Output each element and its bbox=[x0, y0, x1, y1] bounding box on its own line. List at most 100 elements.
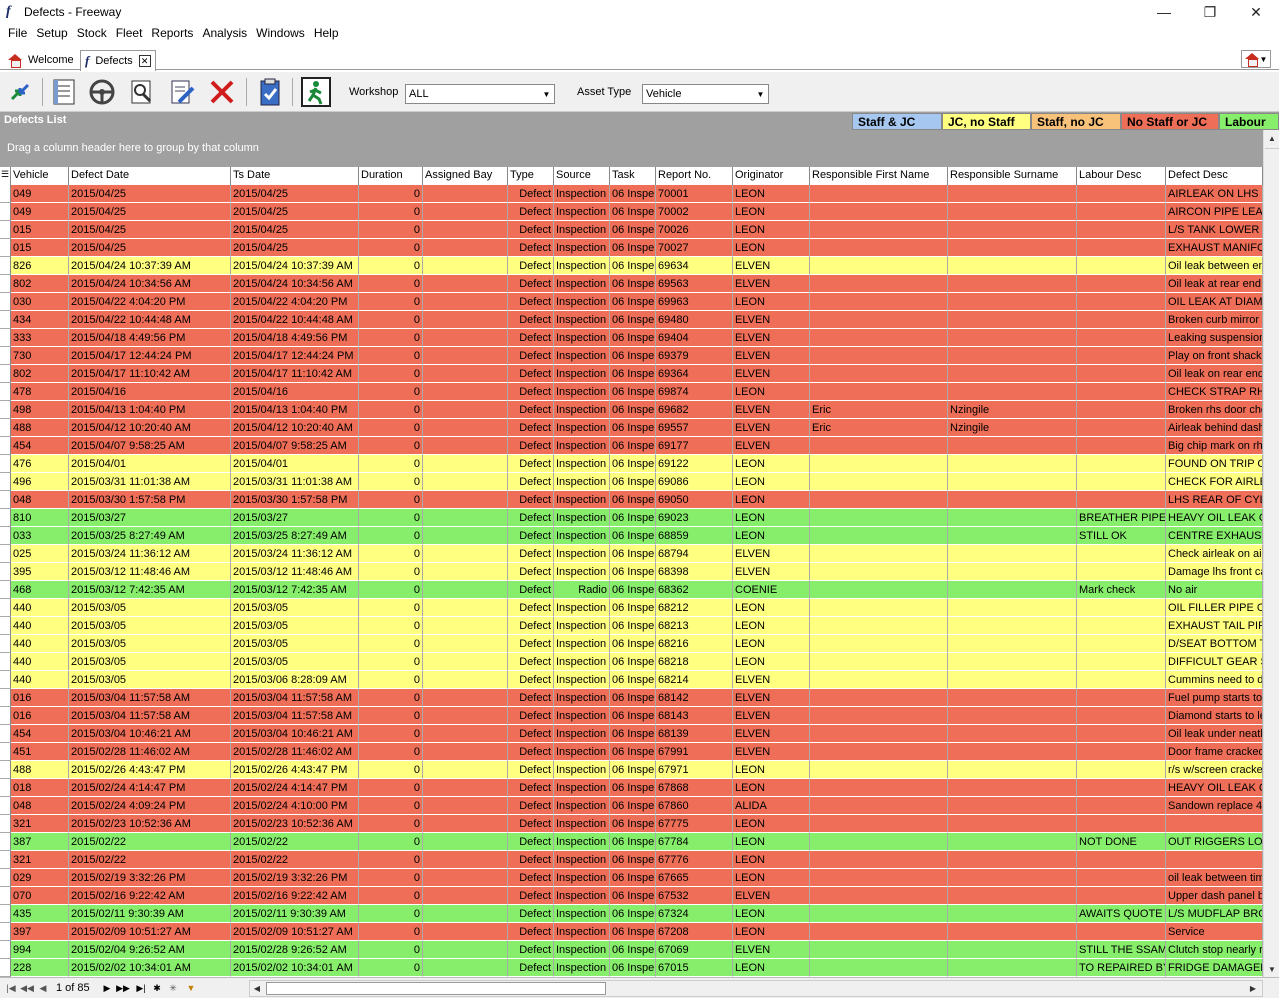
cell-task[interactable]: 06 Inspe bbox=[610, 455, 656, 473]
cell-report-no[interactable]: 67776 bbox=[656, 851, 733, 869]
cell-assigned-bay[interactable] bbox=[423, 311, 508, 329]
row-selector[interactable] bbox=[0, 419, 11, 437]
minimize-button[interactable]: — bbox=[1141, 0, 1187, 24]
cell-duration[interactable]: 0 bbox=[359, 185, 423, 203]
table-row[interactable]: 049 2015/04/25 2015/04/25 0 Defect Inspection… bbox=[0, 185, 1263, 203]
cell-responsible-first-name[interactable] bbox=[810, 563, 948, 581]
first-page-icon[interactable]: |◀ bbox=[4, 981, 18, 995]
row-selector[interactable] bbox=[0, 221, 11, 239]
table-row[interactable]: 994 2015/02/04 9:26:52 AM 2015/02/28 9:26:… bbox=[0, 941, 1263, 959]
cell-assigned-bay[interactable] bbox=[423, 383, 508, 401]
horizontal-scroll-thumb[interactable] bbox=[266, 982, 606, 995]
cell-responsible-surname[interactable] bbox=[948, 653, 1077, 671]
cell-defect-desc[interactable]: Broken curb mirror - bbox=[1166, 311, 1263, 329]
cell-source[interactable]: Inspection bbox=[554, 365, 610, 383]
cell-responsible-first-name[interactable] bbox=[810, 707, 948, 725]
cell-originator[interactable]: LEON bbox=[733, 473, 810, 491]
row-selector[interactable] bbox=[0, 779, 11, 797]
cell-originator[interactable]: LEON bbox=[733, 527, 810, 545]
cell-defect-desc[interactable]: Door frame cracked bbox=[1166, 743, 1263, 761]
cell-labour-desc[interactable]: Mark check bbox=[1077, 581, 1166, 599]
cell-defect-date[interactable]: 2015/02/04 9:26:52 AM bbox=[69, 941, 231, 959]
next-record-icon[interactable]: ▶ bbox=[100, 981, 114, 995]
cell-duration[interactable]: 0 bbox=[359, 401, 423, 419]
home-menu-button[interactable]: ▼ bbox=[1241, 50, 1271, 68]
cell-type[interactable]: Defect bbox=[508, 473, 554, 491]
cell-responsible-first-name[interactable] bbox=[810, 815, 948, 833]
cell-report-no[interactable]: 69379 bbox=[656, 347, 733, 365]
cell-originator[interactable]: LEON bbox=[733, 635, 810, 653]
cell-responsible-surname[interactable] bbox=[948, 833, 1077, 851]
cell-originator[interactable]: LEON bbox=[733, 293, 810, 311]
cell-task[interactable]: 06 Inspe bbox=[610, 347, 656, 365]
cell-duration[interactable]: 0 bbox=[359, 581, 423, 599]
row-selector[interactable] bbox=[0, 869, 11, 887]
table-row[interactable]: 070 2015/02/16 9:22:42 AM 2015/02/16 9:22:… bbox=[0, 887, 1263, 905]
cell-originator[interactable]: LEON bbox=[733, 761, 810, 779]
cell-report-no[interactable]: 68218 bbox=[656, 653, 733, 671]
cell-labour-desc[interactable] bbox=[1077, 671, 1166, 689]
cell-vehicle[interactable]: 049 bbox=[11, 185, 69, 203]
cell-originator[interactable]: LEON bbox=[733, 383, 810, 401]
cell-source[interactable]: Inspection bbox=[554, 293, 610, 311]
cell-defect-desc[interactable]: CHECK STRAP RHS bbox=[1166, 383, 1263, 401]
cell-responsible-surname[interactable] bbox=[948, 473, 1077, 491]
cell-vehicle[interactable]: 440 bbox=[11, 653, 69, 671]
row-selector[interactable] bbox=[0, 905, 11, 923]
cell-responsible-surname[interactable] bbox=[948, 545, 1077, 563]
row-selector[interactable] bbox=[0, 329, 11, 347]
cell-responsible-first-name[interactable] bbox=[810, 761, 948, 779]
cell-report-no[interactable]: 67208 bbox=[656, 923, 733, 941]
row-selector[interactable] bbox=[0, 815, 11, 833]
cell-labour-desc[interactable]: NOT DONE bbox=[1077, 833, 1166, 851]
cell-task[interactable]: 06 Inspe bbox=[610, 437, 656, 455]
cell-type[interactable]: Defect bbox=[508, 851, 554, 869]
cell-type[interactable]: Defect bbox=[508, 779, 554, 797]
cell-assigned-bay[interactable] bbox=[423, 203, 508, 221]
cell-responsible-first-name[interactable] bbox=[810, 905, 948, 923]
cell-originator[interactable]: ELVEN bbox=[733, 941, 810, 959]
cell-responsible-surname[interactable] bbox=[948, 815, 1077, 833]
cell-source[interactable]: Inspection bbox=[554, 959, 610, 977]
cell-source[interactable]: Inspection bbox=[554, 725, 610, 743]
cell-assigned-bay[interactable] bbox=[423, 239, 508, 257]
cell-source[interactable]: Inspection bbox=[554, 599, 610, 617]
cell-defect-desc[interactable]: L/S MUDFLAP BROK bbox=[1166, 905, 1263, 923]
cell-duration[interactable]: 0 bbox=[359, 491, 423, 509]
cell-type[interactable]: Defect bbox=[508, 545, 554, 563]
cell-labour-desc[interactable] bbox=[1077, 383, 1166, 401]
cell-vehicle[interactable]: 454 bbox=[11, 725, 69, 743]
row-selector[interactable] bbox=[0, 743, 11, 761]
cell-source[interactable]: Inspection bbox=[554, 851, 610, 869]
prev-page-fast-icon[interactable]: ◀◀ bbox=[20, 981, 34, 995]
cell-defect-date[interactable]: 2015/04/24 10:34:56 AM bbox=[69, 275, 231, 293]
cell-assigned-bay[interactable] bbox=[423, 509, 508, 527]
cell-originator[interactable]: LEON bbox=[733, 509, 810, 527]
cell-labour-desc[interactable] bbox=[1077, 365, 1166, 383]
table-row[interactable]: 440 2015/03/05 2015/03/05 0 Defect Inspection… bbox=[0, 653, 1263, 671]
cell-duration[interactable]: 0 bbox=[359, 347, 423, 365]
cell-type[interactable]: Defect bbox=[508, 491, 554, 509]
cell-defect-desc[interactable]: FOUND ON TRIP CH bbox=[1166, 455, 1263, 473]
cell-task[interactable]: 06 Inspe bbox=[610, 815, 656, 833]
cell-defect-date[interactable]: 2015/04/01 bbox=[69, 455, 231, 473]
cell-type[interactable]: Defect bbox=[508, 383, 554, 401]
table-row[interactable]: 395 2015/03/12 11:48:46 AM 2015/03/12 11:4… bbox=[0, 563, 1263, 581]
cell-vehicle[interactable]: 435 bbox=[11, 905, 69, 923]
cell-defect-date[interactable]: 2015/02/26 4:43:47 PM bbox=[69, 761, 231, 779]
cell-duration[interactable]: 0 bbox=[359, 941, 423, 959]
cell-type[interactable]: Defect bbox=[508, 743, 554, 761]
cell-source[interactable]: Inspection bbox=[554, 563, 610, 581]
cell-vehicle[interactable]: 440 bbox=[11, 617, 69, 635]
cell-assigned-bay[interactable] bbox=[423, 653, 508, 671]
cell-task[interactable]: 06 Inspe bbox=[610, 185, 656, 203]
table-row[interactable]: 016 2015/03/04 11:57:58 AM 2015/03/04 11:5… bbox=[0, 707, 1263, 725]
cell-ts-date[interactable]: 2015/03/30 1:57:58 PM bbox=[231, 491, 359, 509]
cell-responsible-first-name[interactable] bbox=[810, 617, 948, 635]
cell-duration[interactable]: 0 bbox=[359, 293, 423, 311]
cell-task[interactable]: 06 Inspe bbox=[610, 239, 656, 257]
cell-task[interactable]: 06 Inspe bbox=[610, 653, 656, 671]
cell-defect-date[interactable]: 2015/04/24 10:37:39 AM bbox=[69, 257, 231, 275]
table-row[interactable]: 476 2015/04/01 2015/04/01 0 Defect Inspection… bbox=[0, 455, 1263, 473]
cell-vehicle[interactable]: 498 bbox=[11, 401, 69, 419]
